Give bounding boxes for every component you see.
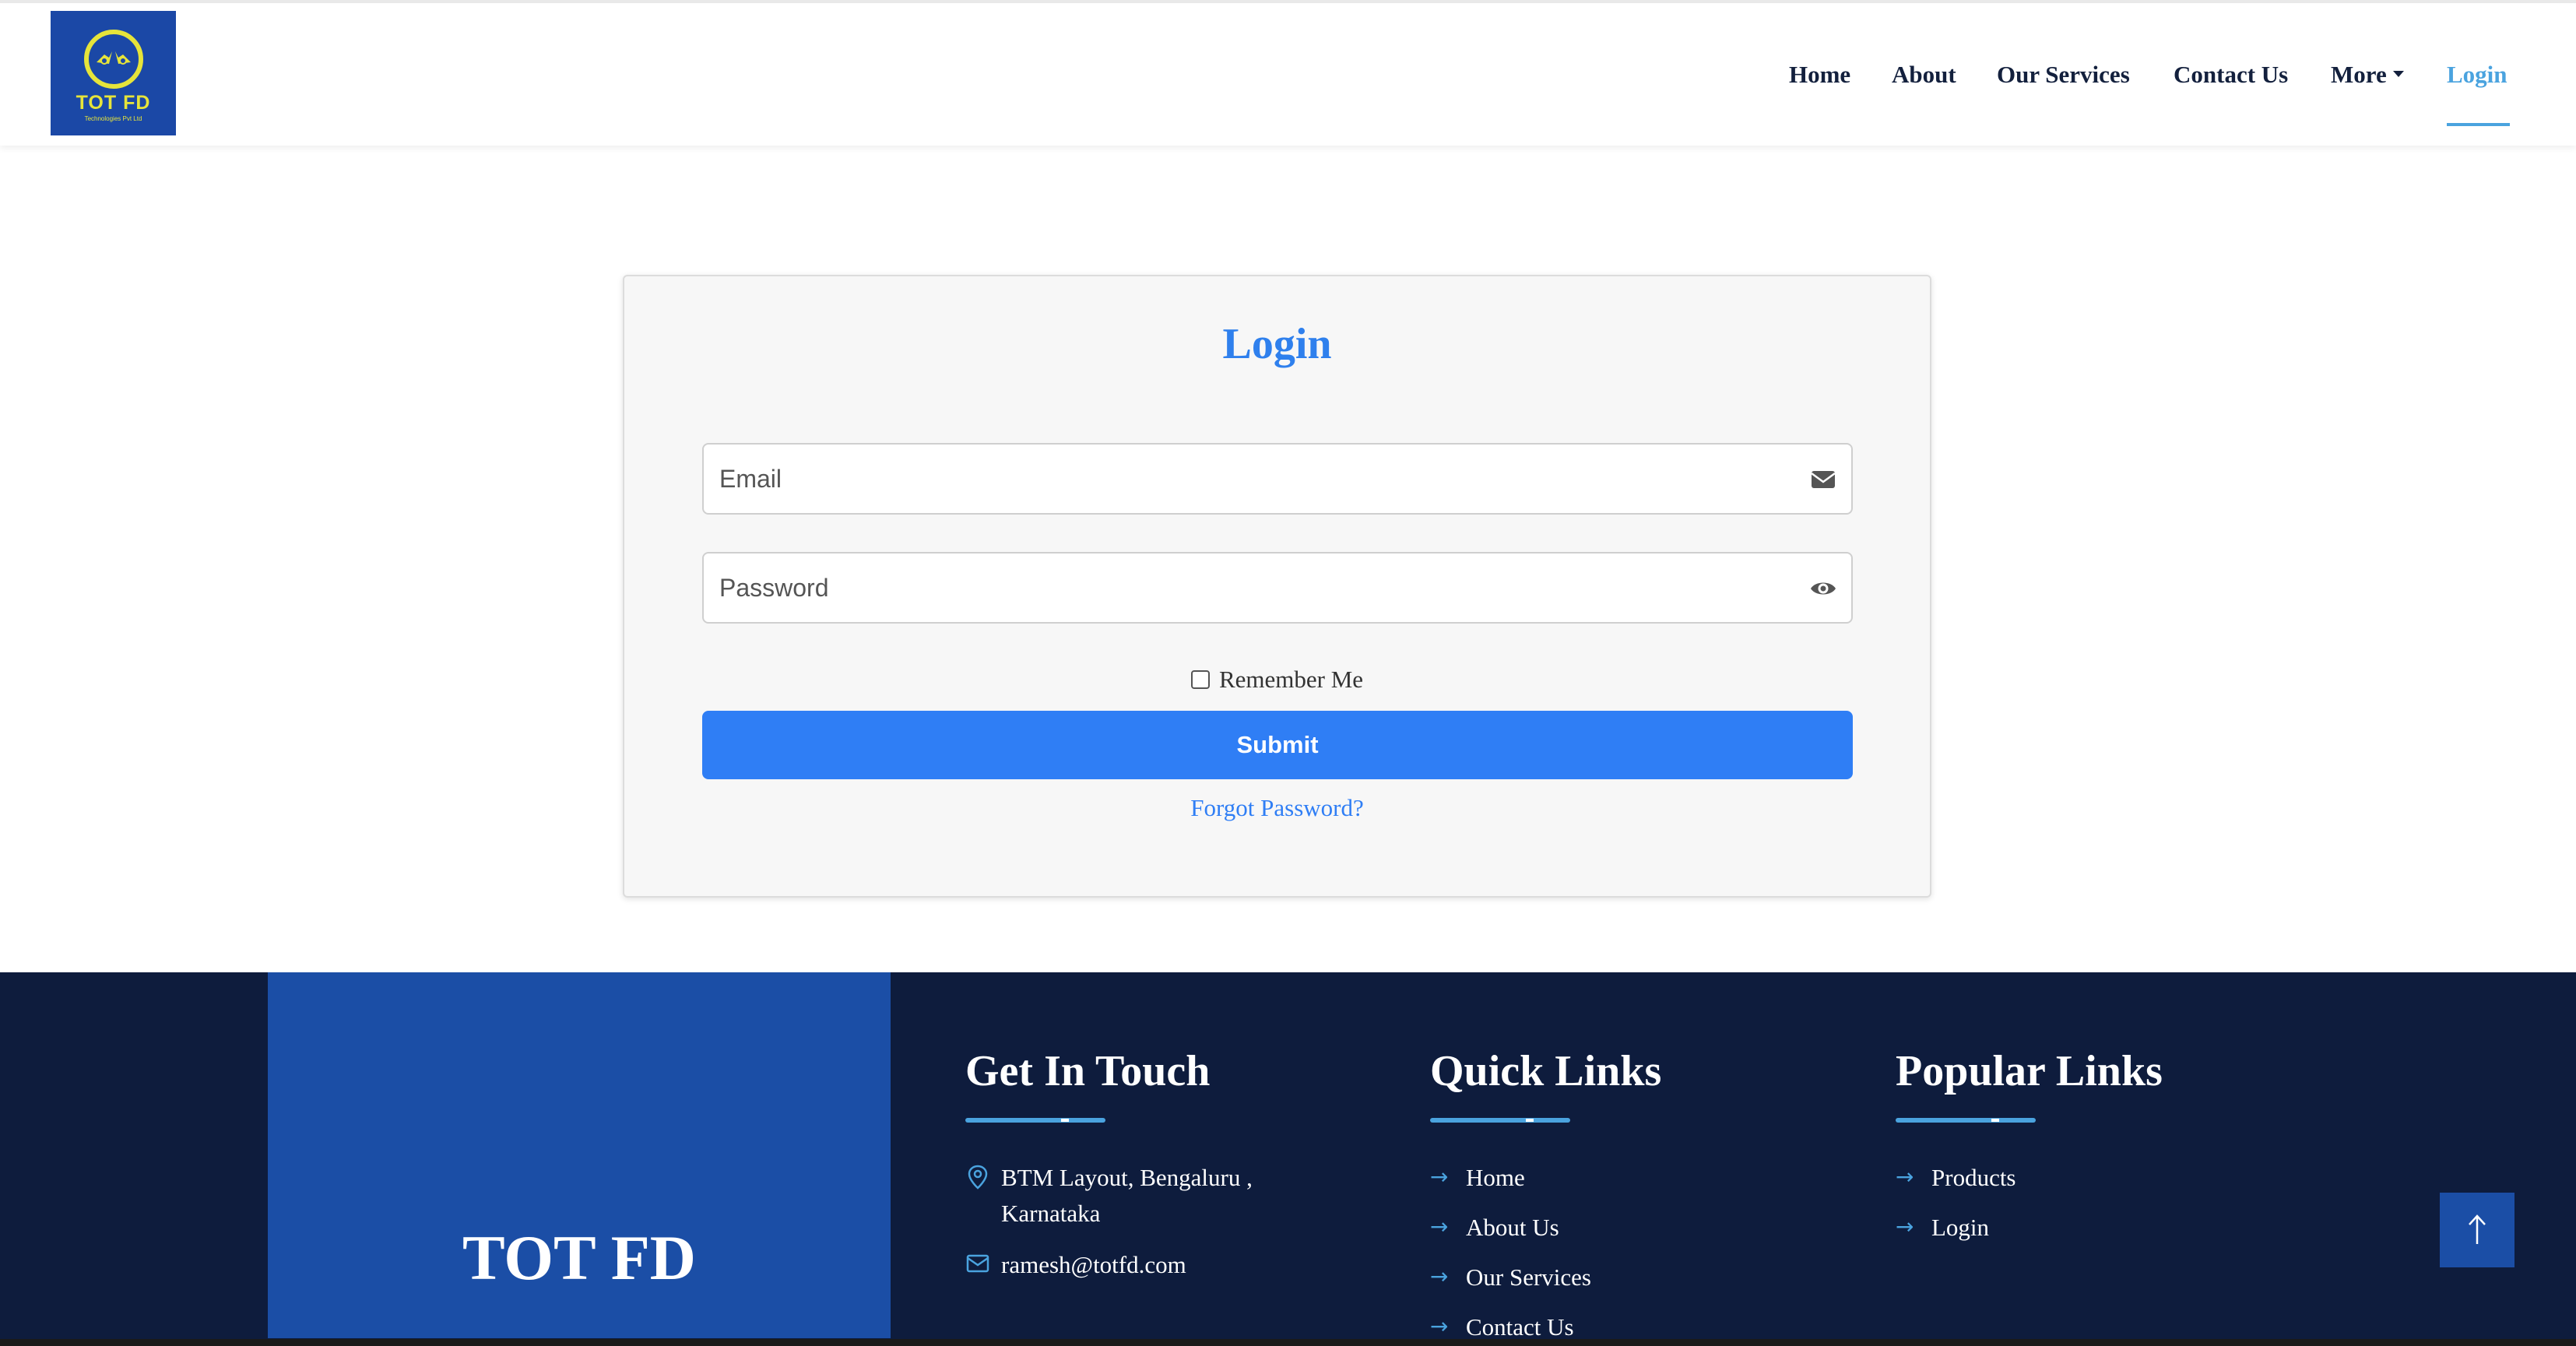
quick-link-home[interactable]: → Home (1430, 1164, 1525, 1192)
submit-button[interactable]: Submit (702, 711, 1853, 779)
popular-links-title: Popular Links (1896, 1047, 2163, 1095)
popular-link-login[interactable]: → Login (1896, 1214, 1989, 1242)
envelope-icon (1811, 471, 1836, 488)
arrow-right-icon: → (1896, 1214, 1914, 1239)
footer-brand-name: TOT FD (462, 1222, 696, 1293)
arrow-right-icon: → (1430, 1214, 1449, 1239)
nav-active-underline (2447, 123, 2510, 126)
site-header: TOT FD Technologies Pvt Ltd Home About O… (0, 3, 2576, 146)
address-line-2: Karnataka (1001, 1200, 1101, 1227)
nav-home[interactable]: Home (1789, 61, 1850, 89)
nav-about[interactable]: About (1892, 61, 1956, 89)
footer-brand-box: TOT FD (268, 972, 891, 1338)
remember-me-label[interactable]: Remember Me (1219, 666, 1363, 694)
mail-icon (966, 1254, 989, 1273)
arrow-up-icon (2469, 1214, 2486, 1244)
heading-underline (965, 1118, 1105, 1123)
back-to-top-button[interactable] (2440, 1193, 2514, 1267)
caret-down-icon (2392, 70, 2404, 77)
heading-underline (1430, 1118, 1570, 1123)
forgot-password-link[interactable]: Forgot Password? (624, 794, 1930, 822)
footer-quick-links: Quick Links (1430, 1046, 1661, 1123)
quick-link-label: Our Services (1466, 1263, 1591, 1291)
email-input[interactable] (704, 445, 1851, 513)
nav-contact-us[interactable]: Contact Us (2174, 61, 2288, 89)
footer-get-in-touch: Get In Touch (965, 1046, 1210, 1123)
logo-text: TOT FD (76, 92, 151, 114)
email-field (702, 443, 1853, 515)
footer-email-text: ramesh@totfd.com (1001, 1251, 1186, 1278)
password-input[interactable] (704, 554, 1851, 622)
popular-link-label: Login (1931, 1214, 1990, 1241)
quick-link-label: About Us (1466, 1214, 1559, 1241)
footer-bottom-strip (0, 1339, 2576, 1346)
address-line-1: BTM Layout, Bengaluru , (1001, 1164, 1253, 1191)
quick-link-contact-us[interactable]: → Contact Us (1430, 1313, 1574, 1341)
nav-more-dropdown[interactable]: More (2331, 61, 2404, 89)
arrow-right-icon: → (1430, 1263, 1449, 1289)
arrow-right-icon: → (1430, 1313, 1449, 1339)
quick-link-label: Home (1466, 1164, 1525, 1191)
quick-link-about-us[interactable]: → About Us (1430, 1214, 1559, 1242)
footer-popular-links: Popular Links (1896, 1046, 2163, 1123)
popular-link-label: Products (1931, 1164, 2016, 1191)
get-in-touch-title: Get In Touch (965, 1047, 1211, 1095)
logo-subtitle: Technologies Pvt Ltd (84, 115, 142, 122)
quick-link-label: Contact Us (1466, 1313, 1574, 1341)
arrow-right-icon: → (1896, 1164, 1914, 1190)
nav-login[interactable]: Login (2447, 61, 2507, 89)
map-pin-icon (968, 1165, 988, 1190)
eye-icon[interactable] (1809, 575, 1837, 603)
remember-me-checkbox[interactable] (1190, 670, 1210, 689)
login-title: Login (1222, 320, 1332, 368)
quick-links-title: Quick Links (1430, 1047, 1662, 1095)
quick-link-our-services[interactable]: → Our Services (1430, 1263, 1591, 1292)
password-field (702, 552, 1853, 624)
nav-our-services[interactable]: Our Services (1997, 61, 2130, 89)
remember-me: Remember Me (624, 666, 1930, 694)
heading-underline (1896, 1118, 2036, 1123)
popular-link-products[interactable]: → Products (1896, 1164, 2016, 1192)
site-footer: TOT FD Get In Touch BTM Layout, Bengalur… (0, 972, 2576, 1346)
footer-email[interactable]: ramesh@totfd.com (965, 1251, 1186, 1279)
arrow-right-icon: → (1430, 1164, 1449, 1190)
nav-more-label: More (2331, 61, 2387, 88)
login-card: Login Remember Me Submit Forgot Password… (623, 275, 1931, 898)
footer-address: BTM Layout, Bengaluru , Karnataka (965, 1164, 1253, 1228)
main-nav: Home About Our Services Contact Us More … (0, 61, 2576, 92)
